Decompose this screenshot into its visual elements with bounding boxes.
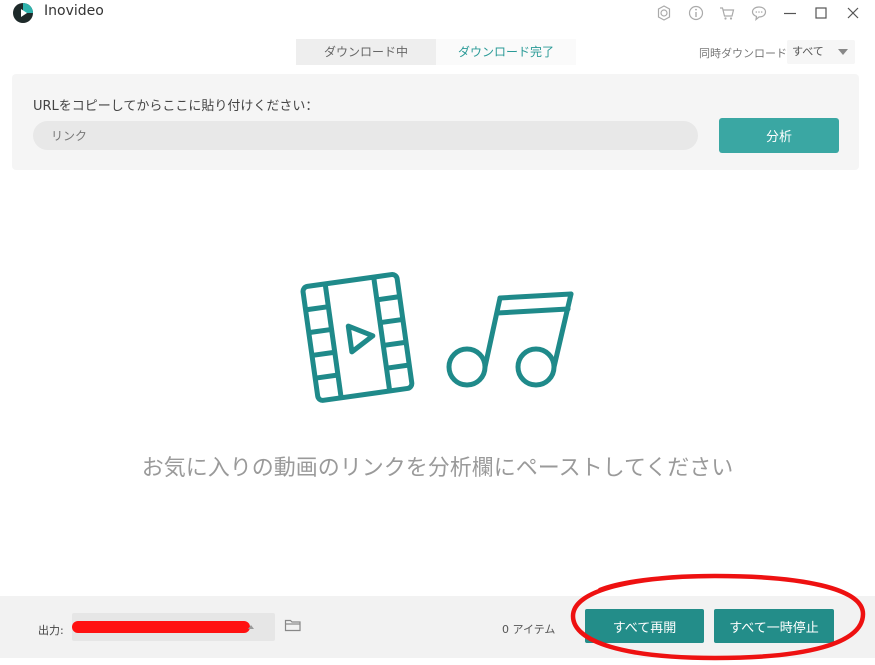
link-input[interactable]: [33, 121, 698, 150]
analyze-button[interactable]: 分析: [719, 118, 839, 153]
empty-state-message: お気に入りの動画のリンクを分析欄にペーストしてください: [141, 456, 734, 481]
pause-all-button[interactable]: すべて一時停止: [714, 609, 834, 643]
minimize-icon[interactable]: [781, 4, 799, 22]
tab-downloading[interactable]: ダウンロード中: [296, 39, 436, 65]
empty-state-illustration: [295, 270, 585, 410]
info-icon[interactable]: [687, 4, 705, 22]
music-note-icon: [446, 291, 574, 388]
app-logo-icon: [12, 2, 34, 24]
video-film-icon: [300, 272, 415, 403]
gear-icon[interactable]: [655, 4, 673, 22]
folder-icon[interactable]: [284, 616, 302, 634]
download-tabs: ダウンロード中 ダウンロード完了: [296, 39, 576, 65]
title-bar: Inovideo: [0, 0, 875, 28]
output-label: 出力:: [38, 624, 64, 637]
chevron-down-icon: [838, 49, 848, 55]
resume-all-button[interactable]: すべて再開: [585, 609, 704, 643]
concurrent-download-label: 同時ダウンロード: [699, 47, 787, 60]
top-controls: ダウンロード中 ダウンロード完了 同時ダウンロード すべて: [0, 36, 875, 68]
cart-icon[interactable]: [718, 4, 736, 22]
item-count: 0 アイテム: [502, 623, 556, 636]
url-instruction-label: URLをコピーしてからここに貼り付けください：: [33, 99, 319, 114]
redaction-mark: [72, 621, 250, 633]
output-path-field[interactable]: [72, 613, 275, 641]
bottom-bar: 出力: 0 アイテム すべて再開 すべて一時停止: [0, 596, 875, 658]
concurrent-download-select[interactable]: すべて: [787, 40, 855, 64]
app-title: Inovideo: [44, 3, 104, 19]
chevron-up-icon: [248, 625, 254, 629]
url-panel: URLをコピーしてからここに貼り付けください： 分析: [12, 74, 859, 170]
concurrent-selected-value: すべて: [792, 45, 824, 58]
close-icon[interactable]: [844, 4, 862, 22]
maximize-icon[interactable]: [812, 4, 830, 22]
chat-icon[interactable]: [750, 4, 768, 22]
tab-downloaded[interactable]: ダウンロード完了: [436, 39, 576, 65]
